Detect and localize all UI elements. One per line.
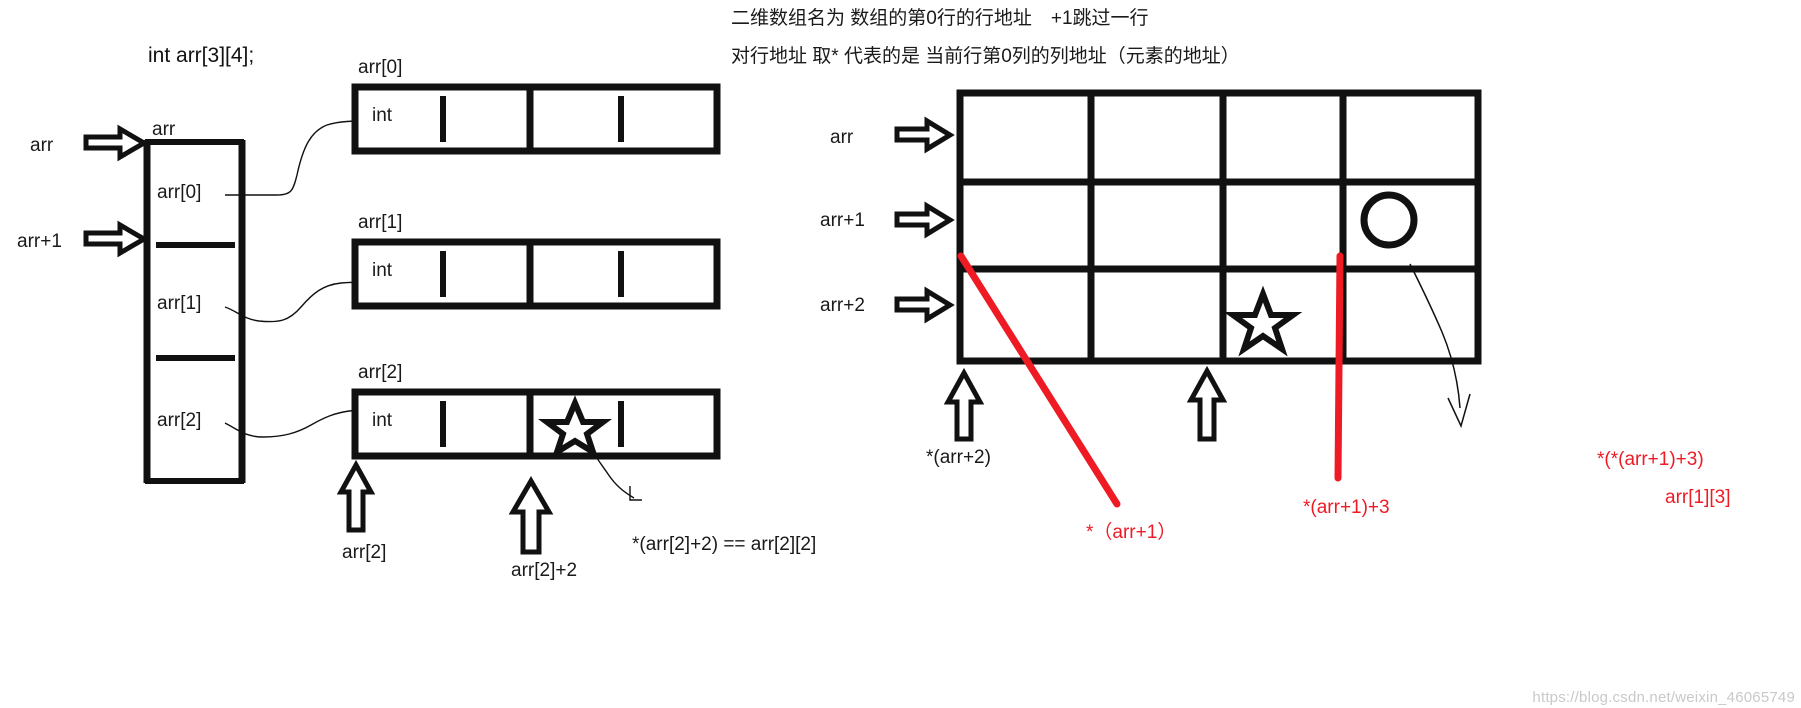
bottom-arrow-1: [508, 476, 554, 556]
up-arrow-icon: [1186, 365, 1228, 442]
grid-bottom-arrow-label-0: *(arr+2): [926, 447, 991, 468]
right-arrow-icon: [83, 124, 149, 162]
grid-row-label-1: arr+1: [820, 210, 865, 231]
grid-row-arrow-0: [894, 116, 955, 154]
circle-icon: [1360, 191, 1418, 249]
row-box-1-svg: [351, 238, 721, 310]
up-arrow-icon: [943, 367, 985, 442]
red-label-element-index: arr[1][3]: [1665, 487, 1731, 508]
star-callout-line: [588, 441, 642, 501]
bottom-arrow-0: [336, 459, 376, 534]
pointer-arrow-arr: [83, 124, 149, 162]
row-cell-type-1: int: [372, 260, 393, 281]
row-title-2: arr[2]: [358, 362, 403, 383]
declaration-text: int arr[3][4];: [148, 44, 255, 67]
callout-corner: [629, 486, 642, 501]
row-box-2: [351, 388, 721, 460]
row-title-0: arr[0]: [358, 57, 403, 78]
row-box-1: [351, 238, 721, 310]
row-box-2-svg: [351, 388, 721, 460]
bottom-arrow-label-1: arr[2]+2: [511, 560, 578, 581]
grid-bottom-arrow-0: [943, 367, 985, 442]
grid-bottom-arrow-1: [1186, 365, 1228, 442]
pointer-label-arr-plus-1: arr+1: [17, 231, 62, 252]
grid-row-label-2: arr+2: [820, 295, 865, 316]
bottom-arrow-label-0: arr[2]: [342, 542, 387, 563]
up-arrow-icon: [336, 459, 376, 533]
pointer-label-arr: arr: [30, 135, 54, 156]
grid-row-arrow-1: [894, 201, 955, 239]
row-cell-type-2: int: [372, 410, 393, 431]
watermark-text: https://blog.csdn.net/weixin_46065749: [1532, 689, 1795, 706]
equation-text: *(arr[2]+2) == arr[2][2]: [632, 534, 817, 555]
up-arrow-icon: [508, 476, 554, 555]
row-title-1: arr[1]: [358, 212, 403, 233]
right-arrow-icon: [894, 116, 955, 154]
connector-arr1: [224, 281, 372, 323]
red-label-diagonal: *（arr+1）: [1086, 522, 1177, 543]
column-row-label-2: arr[2]: [157, 410, 202, 431]
red-label-element-expr: *(*(arr+1)+3): [1597, 449, 1704, 470]
red-label-vertical: *(arr+1)+3: [1303, 497, 1390, 518]
diagram-canvas: 二维数组名为 数组的第0行的行地址 +1跳过一行 对行地址 取* 代表的是 当前…: [0, 0, 1801, 708]
column-row-label-0: arr[0]: [157, 182, 202, 203]
circle-callout-line: [1409, 263, 1471, 429]
right-arrow-icon: [83, 220, 149, 258]
column-box-top-label: arr: [152, 119, 176, 140]
right-arrow-icon: [894, 201, 955, 239]
row-box-0-svg: [351, 83, 721, 155]
column-row-label-1: arr[1]: [157, 293, 202, 314]
row-cell-type-0: int: [372, 105, 393, 126]
note-line-2: 对行地址 取* 代表的是 当前行第0列的列地址（元素的地址）: [731, 46, 1240, 67]
grid-row-label-0: arr: [830, 127, 854, 148]
note-line-1: 二维数组名为 数组的第0行的行地址 +1跳过一行: [731, 8, 1149, 29]
row-box-0: [351, 83, 721, 155]
connector-arr0: [225, 120, 368, 196]
red-vertical-line: [1334, 252, 1344, 482]
pointer-arrow-arr-plus-1: [83, 220, 149, 258]
